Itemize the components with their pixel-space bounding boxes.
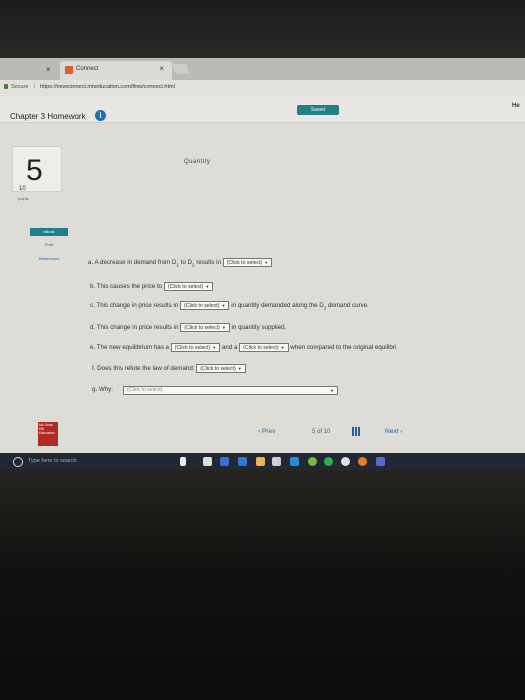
connect-favicon-icon — [65, 66, 73, 74]
part-g-select-value: (Click to select) — [127, 387, 163, 393]
part-e: e. The new equilibrium has a (Click to s… — [90, 343, 396, 352]
points-label: points — [18, 196, 29, 201]
spotify-icon[interactable] — [324, 457, 333, 466]
page-total: 10 — [323, 429, 331, 435]
app-icon-shield[interactable] — [376, 457, 385, 466]
part-c-end: demand curve. — [326, 302, 369, 310]
tab-close-icon[interactable]: × — [159, 64, 164, 73]
part-d-after: in quantity supplied. — [231, 324, 287, 332]
help-link[interactable]: He — [512, 103, 520, 109]
url-text[interactable]: https://newconnect.mheducation.com/flow/… — [40, 84, 175, 90]
taskbar-search-input[interactable]: Type here to search — [28, 458, 77, 464]
task-view-icon[interactable] — [203, 457, 212, 466]
part-f: f. Does this refute the law of demand: (… — [92, 364, 246, 373]
part-e-after: when compared to the original equilibri — [290, 344, 397, 352]
question-sidebar: eBook Print References — [30, 228, 68, 270]
url-separator: | — [34, 83, 36, 89]
address-bar[interactable]: Secure | https://newconnect.mheducation.… — [0, 80, 525, 97]
file-explorer-icon[interactable] — [256, 457, 265, 466]
part-c: c. This change in price results in (Clic… — [90, 301, 369, 310]
chevron-down-icon: ▼ — [205, 284, 210, 289]
part-a-select[interactable]: (Click to select) ▼ — [222, 258, 273, 267]
prev-button[interactable]: ‹ Prev — [258, 428, 275, 435]
graph-axis-label-partial: Quantity — [184, 159, 211, 165]
part-a-end: results in — [194, 259, 221, 267]
part-g-label: g. Why: — [92, 386, 113, 393]
lock-icon — [4, 84, 8, 89]
photo-background-top — [0, 0, 525, 58]
chevron-down-icon: ▼ — [330, 388, 334, 393]
part-e-select-2-value: (Click to select) — [243, 345, 279, 351]
part-d-text: d. This change in price results in — [90, 324, 179, 332]
ebook-link[interactable]: eBook — [30, 228, 68, 236]
part-d-select-value: (Click to select) — [184, 325, 220, 331]
print-link[interactable]: Print — [30, 242, 68, 256]
part-e-select-1-value: (Click to select) — [174, 345, 211, 351]
part-e-select-2[interactable]: (Click to select) ▼ — [239, 343, 289, 352]
edge-browser-icon[interactable] — [238, 457, 247, 466]
app-icon-orange[interactable] — [358, 457, 367, 466]
part-a-mid: to D — [178, 259, 192, 267]
part-c-select-value: (Click to select) — [184, 303, 220, 309]
monitor-screen: × Connect × Secure | https://newconnect.… — [0, 58, 525, 470]
part-f-select-value: (Click to select) — [200, 366, 236, 372]
page-of: of — [317, 429, 323, 435]
browser-tab-connect[interactable]: Connect × — [60, 61, 172, 80]
part-c-text: c. This change in price results in — [90, 302, 179, 310]
chevron-down-icon: ▼ — [221, 303, 226, 308]
cortana-icon[interactable] — [13, 457, 23, 467]
chrome-icon[interactable] — [341, 457, 350, 466]
edge-icon[interactable] — [220, 457, 229, 466]
windows-taskbar: Type here to search — [0, 453, 525, 470]
part-b-select[interactable]: (Click to select) ▼ — [163, 282, 214, 291]
mcgraw-hill-logo: Mc Graw Hill Education — [38, 422, 58, 446]
part-g-select[interactable]: (Click to select) ▼ — [123, 386, 338, 395]
points-value: 10 — [19, 186, 26, 192]
part-e-select-1[interactable]: (Click to select) ▼ — [170, 343, 221, 352]
part-f-text: f. Does this refute the law of demand: — [92, 365, 195, 373]
app-icon-green[interactable] — [308, 457, 317, 466]
browser-tab-bar: × Connect × — [0, 58, 525, 80]
saved-status-badge: Saved — [297, 105, 339, 115]
next-button[interactable]: Next › — [385, 428, 402, 435]
microphone-icon[interactable] — [180, 457, 186, 466]
secure-label: Secure — [11, 84, 29, 90]
info-icon[interactable]: i — [95, 110, 106, 121]
part-a-select-value: (Click to select) — [226, 260, 263, 266]
chevron-down-icon: ▼ — [280, 345, 285, 350]
part-b: b. This causes the price to (Click to se… — [90, 282, 214, 291]
part-c-select[interactable]: (Click to select) ▼ — [180, 301, 230, 310]
assignment-title: Chapter 3 Homework — [10, 112, 86, 121]
new-tab-button[interactable] — [172, 64, 190, 74]
chevron-down-icon: ▼ — [221, 325, 226, 330]
store-icon[interactable] — [272, 457, 281, 466]
question-number: 5 — [26, 154, 43, 187]
question-grid-icon[interactable] — [352, 427, 361, 436]
part-e-text: e. The new equilibrium has a — [90, 344, 169, 352]
references-link[interactable]: References — [30, 256, 68, 270]
part-c-after: in quantity demanded along the D — [231, 302, 324, 310]
chevron-down-icon: ▼ — [264, 260, 269, 265]
chevron-down-icon: ▼ — [212, 345, 217, 350]
part-a-text: a. A decrease in demand from D — [88, 259, 177, 267]
part-b-select-value: (Click to select) — [167, 284, 204, 290]
part-b-text: b. This causes the price to — [90, 283, 163, 291]
part-f-select[interactable]: (Click to select) ▼ — [196, 364, 246, 373]
page-indicator: 5 of 10 — [312, 429, 330, 435]
mail-icon[interactable] — [290, 457, 299, 466]
part-d-select[interactable]: (Click to select) ▼ — [180, 323, 230, 332]
page-current: 5 — [312, 429, 316, 435]
part-e-mid: and a — [221, 344, 238, 352]
monitor-bezel — [0, 470, 525, 700]
chevron-down-icon: ▼ — [237, 366, 242, 371]
previous-tab-close-icon[interactable]: × — [46, 65, 51, 74]
part-a: a. A decrease in demand from D1 to D2 re… — [88, 258, 273, 267]
part-d: d. This change in price results in (Clic… — [90, 323, 286, 332]
tab-title: Connect — [76, 66, 99, 72]
